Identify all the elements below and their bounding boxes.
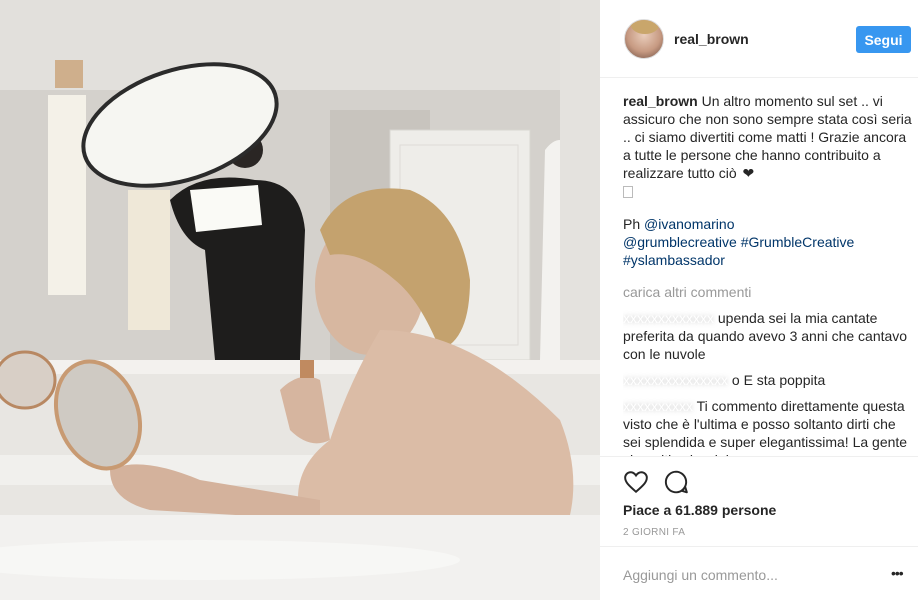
caption-username-link[interactable]: real_brown xyxy=(623,93,698,109)
mention-link[interactable]: @ivanomarino xyxy=(644,216,734,232)
comment-username[interactable]: xxxxxxxxxxxxxxx xyxy=(623,372,728,388)
comment-item: xxxxxxxxxx Ti commento direttamente ques… xyxy=(623,397,913,456)
caption-credits: Ph @ivanomarino @grumblecreative #Grumbl… xyxy=(623,215,913,269)
emoji-placeholder-icon xyxy=(623,186,633,198)
heart-icon[interactable] xyxy=(623,469,649,495)
follow-button[interactable]: Segui xyxy=(856,26,911,53)
post-photo-illustration xyxy=(0,0,600,600)
comment-username[interactable]: xxxxxxxxxx xyxy=(623,398,693,414)
caption: real_brown Un altro momento sul set .. v… xyxy=(623,92,913,198)
post-sidebar: real_brown Segui real_brown Un altro mom… xyxy=(600,0,918,600)
comment-username[interactable]: xxxxxxxxxxxxx xyxy=(623,310,714,326)
mention-link-2[interactable]: @grumblecreative xyxy=(623,234,737,250)
comment-text: o E sta poppita xyxy=(731,372,826,388)
post-actions: Piace a 61.889 persone 2 GIORNI FA xyxy=(600,456,918,546)
avatar[interactable] xyxy=(624,19,664,59)
post-timestamp[interactable]: 2 GIORNI FA xyxy=(623,527,685,538)
more-options-icon[interactable]: ••• xyxy=(891,565,904,581)
add-comment-input[interactable]: Aggiungi un commento... xyxy=(623,567,778,583)
comment-item: xxxxxxxxxxxxxxx o E sta poppita xyxy=(623,371,913,389)
comments-section[interactable]: real_brown Un altro momento sul set .. v… xyxy=(623,92,913,456)
hashtag-link[interactable]: #GrumbleCreative xyxy=(741,234,855,250)
comment-item: xxxxxxxxxxxxx upenda sei la mia cantate … xyxy=(623,309,913,363)
username-link[interactable]: real_brown xyxy=(674,31,749,47)
hashtag-link-2[interactable]: #yslambassador xyxy=(623,252,725,268)
post-header: real_brown Segui xyxy=(600,0,918,78)
add-comment-bar: Aggiungi un commento... ••• xyxy=(600,546,918,600)
post-photo[interactable] xyxy=(0,0,600,600)
load-more-comments[interactable]: carica altri commenti xyxy=(623,283,913,301)
likes-count[interactable]: Piace a 61.889 persone xyxy=(623,502,776,518)
comment-icon[interactable] xyxy=(663,469,689,495)
credit-prefix: Ph xyxy=(623,216,641,232)
caption-heart: ❤ xyxy=(742,165,755,181)
